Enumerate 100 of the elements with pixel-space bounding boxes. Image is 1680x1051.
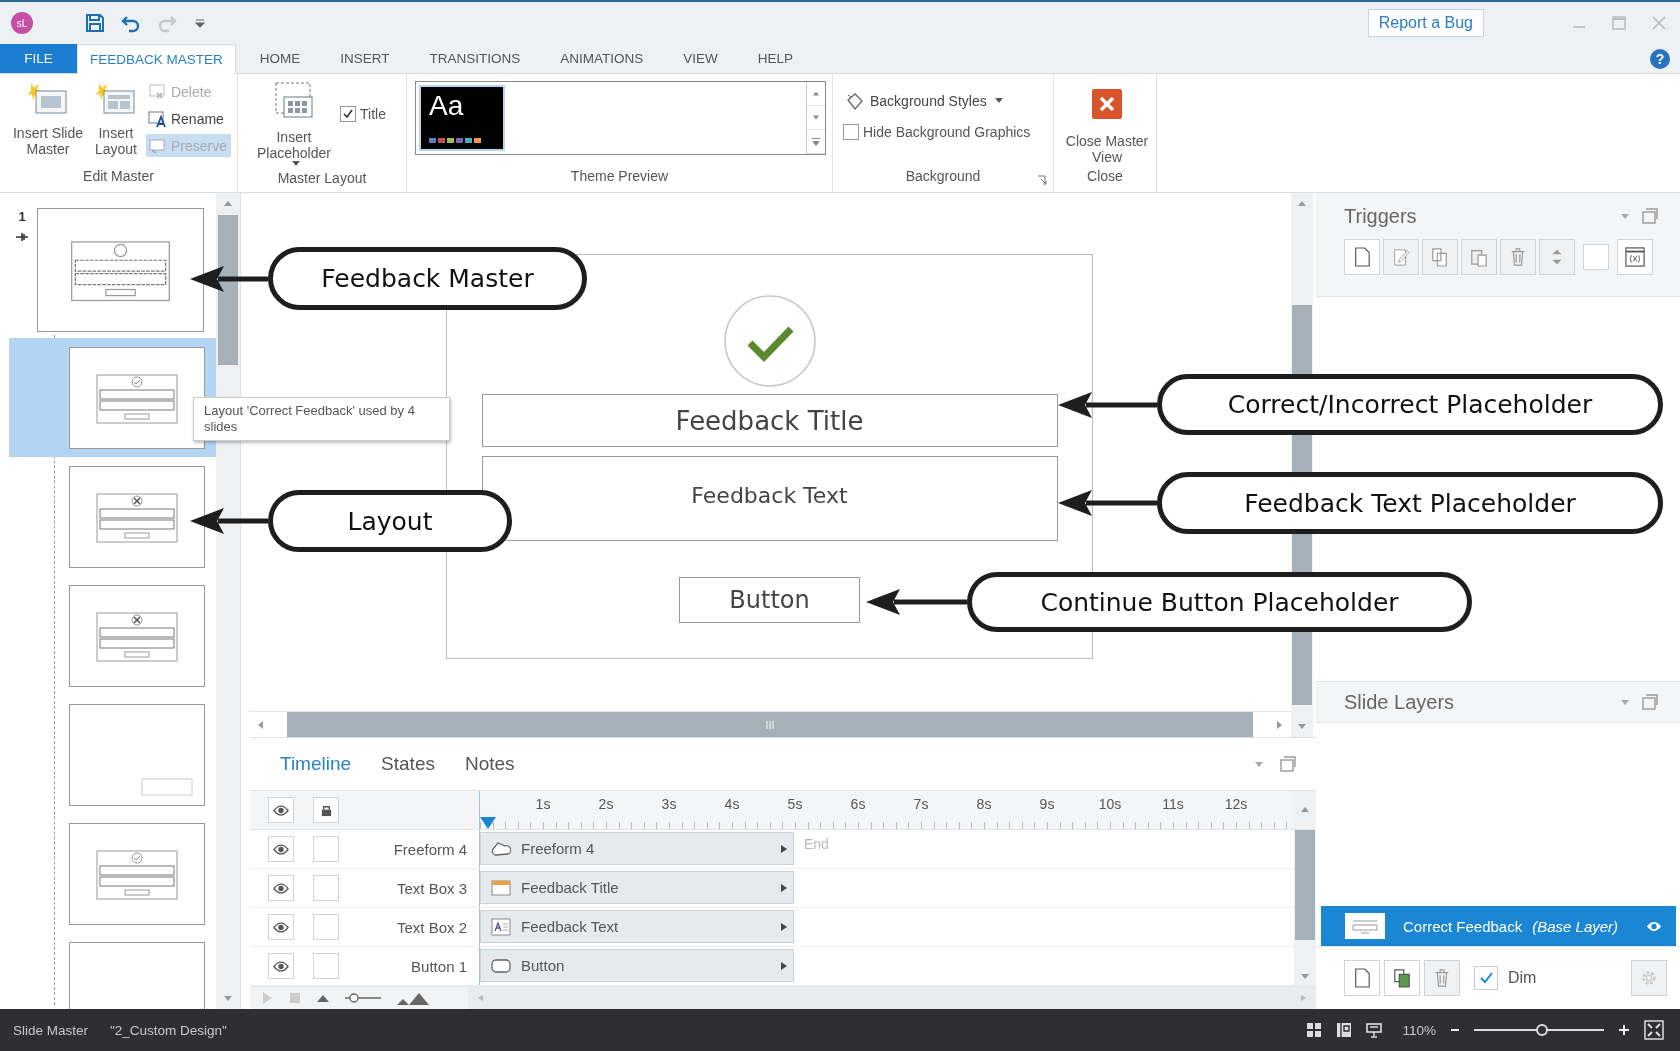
dim-checkbox[interactable]: Dim — [1474, 966, 1537, 990]
object-name: Button 1 — [411, 957, 467, 975]
eye-icon[interactable] — [1646, 920, 1662, 932]
presenter-icon[interactable] — [1366, 1022, 1383, 1038]
ribbon-tab[interactable]: TRANSITIONS — [413, 44, 537, 73]
dropdown-caret-icon[interactable] — [1620, 697, 1630, 707]
fit-to-window-icon[interactable] — [1644, 1020, 1664, 1040]
variable-window-icon — [1625, 247, 1645, 267]
timeline-bar[interactable]: Freeform 4 — [480, 832, 794, 865]
visibility-toggle[interactable] — [267, 836, 294, 862]
book-icon[interactable] — [1336, 1022, 1353, 1038]
layer-row[interactable]: Correct Feedback (Base Layer) — [1321, 906, 1676, 946]
ribbon-tab[interactable]: FILE — [0, 44, 77, 73]
lock-toggle[interactable] — [313, 914, 339, 940]
lock-toggle[interactable] — [313, 836, 339, 862]
layer-settings-button[interactable] — [1631, 960, 1667, 996]
lock-all-toggle[interactable] — [313, 797, 339, 823]
title-box-icon — [491, 878, 511, 897]
visibility-toggle[interactable] — [267, 875, 294, 901]
body-text-box[interactable]: Feedback Text — [481, 456, 1058, 541]
panel-tab[interactable]: Notes — [464, 753, 515, 775]
zoom-slider-icon[interactable] — [344, 991, 382, 1005]
dropdown-caret-icon[interactable] — [1620, 211, 1630, 221]
reorder-trigger-button[interactable] — [1539, 239, 1575, 275]
grid-view-icon[interactable] — [1306, 1022, 1323, 1038]
show-all-toggle[interactable] — [267, 797, 294, 823]
end-marker-label: End — [804, 836, 829, 852]
restore-panel-icon[interactable] — [1642, 694, 1658, 710]
checkmark-icon — [723, 295, 816, 387]
variables-button[interactable] — [1617, 239, 1653, 275]
callout-label: Continue Button Placeholder — [967, 572, 1472, 632]
copy-trigger-button[interactable] — [1422, 239, 1458, 275]
expand-arrow-icon[interactable] — [781, 844, 787, 853]
slide-button[interactable]: Button — [679, 577, 860, 623]
play-icon[interactable] — [260, 991, 274, 1005]
delete-trigger-button[interactable] — [1500, 239, 1536, 275]
callout-label: Layout — [268, 490, 512, 552]
scrollbar-thumb[interactable] — [1295, 830, 1315, 940]
theme-thumbnail[interactable]: Aa — [419, 85, 505, 151]
ribbon-tab[interactable]: HOME — [243, 44, 317, 73]
ribbon-tab[interactable]: ANIMATIONS — [544, 44, 660, 73]
group-label: Close — [1086, 168, 1124, 186]
lock-toggle[interactable] — [313, 875, 339, 901]
timeline-bar[interactable]: Feedback Title — [480, 871, 794, 904]
ribbon-tab[interactable]: INSERT — [324, 44, 406, 73]
customize-caret-icon[interactable] — [195, 18, 205, 28]
timeline-bar[interactable]: Button — [480, 949, 794, 982]
title-text-box[interactable]: Feedback Title — [481, 394, 1058, 447]
scrollbar-thumb[interactable] — [218, 215, 238, 365]
expand-arrow-icon[interactable] — [781, 883, 787, 892]
stop-icon[interactable] — [288, 991, 302, 1005]
visibility-toggle[interactable] — [267, 953, 294, 979]
insert-button[interactable]: Insert Slide Master — [6, 79, 90, 157]
close-view-icon — [1092, 89, 1122, 119]
restore-panel-icon[interactable] — [1280, 756, 1296, 772]
ribbon-tab[interactable]: HELP — [741, 44, 810, 73]
scrollbar-thumb[interactable] — [287, 712, 1253, 737]
hide-background-graphics-checkbox[interactable]: Hide Background Graphics — [843, 124, 1031, 140]
save-icon[interactable] — [85, 13, 105, 33]
ribbon-tab[interactable]: VIEW — [667, 44, 734, 73]
dropdown-caret-icon[interactable] — [1254, 759, 1264, 769]
insert-button[interactable]: Insert Layout — [92, 79, 140, 157]
close-icon[interactable] — [1652, 16, 1666, 30]
new-master-icon — [28, 81, 68, 117]
ribbon-tool-button[interactable]: Rename — [145, 107, 231, 130]
object-name: Text Box 2 — [396, 918, 467, 936]
zoom-slider-thumb[interactable] — [1535, 1024, 1548, 1036]
placeholder-icon — [274, 81, 314, 121]
background-styles-button[interactable]: Background Styles — [843, 88, 1007, 114]
eye-icon — [272, 804, 289, 816]
caret-icon — [994, 98, 1003, 104]
new-trigger-button[interactable] — [1344, 239, 1380, 275]
text-box-icon — [491, 917, 511, 936]
redo-icon[interactable] — [157, 13, 177, 33]
undo-icon[interactable] — [121, 13, 141, 33]
lock-toggle[interactable] — [313, 953, 339, 979]
empty-button[interactable] — [1583, 244, 1609, 270]
expand-arrow-icon[interactable] — [781, 922, 787, 931]
timeline-bar[interactable]: Feedback Text — [480, 910, 794, 943]
panel-tab[interactable]: Timeline — [280, 753, 352, 775]
restore-panel-icon[interactable] — [1642, 208, 1658, 224]
close-master-view-button[interactable]: Close Master View — [1064, 79, 1150, 165]
new-layer-button[interactable] — [1344, 960, 1380, 996]
paste-trigger-button[interactable] — [1461, 239, 1497, 275]
report-bug-button[interactable]: Report a Bug — [1367, 9, 1484, 37]
group-label: Master Layout — [276, 170, 368, 188]
expand-arrow-icon[interactable] — [781, 961, 787, 970]
edit-trigger-button[interactable] — [1383, 239, 1419, 275]
playhead-icon[interactable] — [480, 817, 496, 829]
dialog-launcher-icon[interactable] — [1037, 175, 1047, 185]
trash-icon — [1433, 968, 1451, 988]
zoom-in-icon[interactable] — [1618, 1024, 1630, 1036]
help-button[interactable]: ? — [1650, 48, 1670, 69]
visibility-toggle[interactable] — [267, 914, 294, 940]
edit-icon — [1392, 247, 1410, 267]
maximize-icon[interactable] — [1612, 16, 1626, 30]
duplicate-layer-button[interactable] — [1384, 960, 1420, 996]
panel-tab[interactable]: States — [381, 753, 435, 775]
ribbon-tab[interactable]: FEEDBACK MASTER — [77, 44, 236, 74]
callout-label: Correct/Incorrect Placeholder — [1157, 374, 1663, 435]
